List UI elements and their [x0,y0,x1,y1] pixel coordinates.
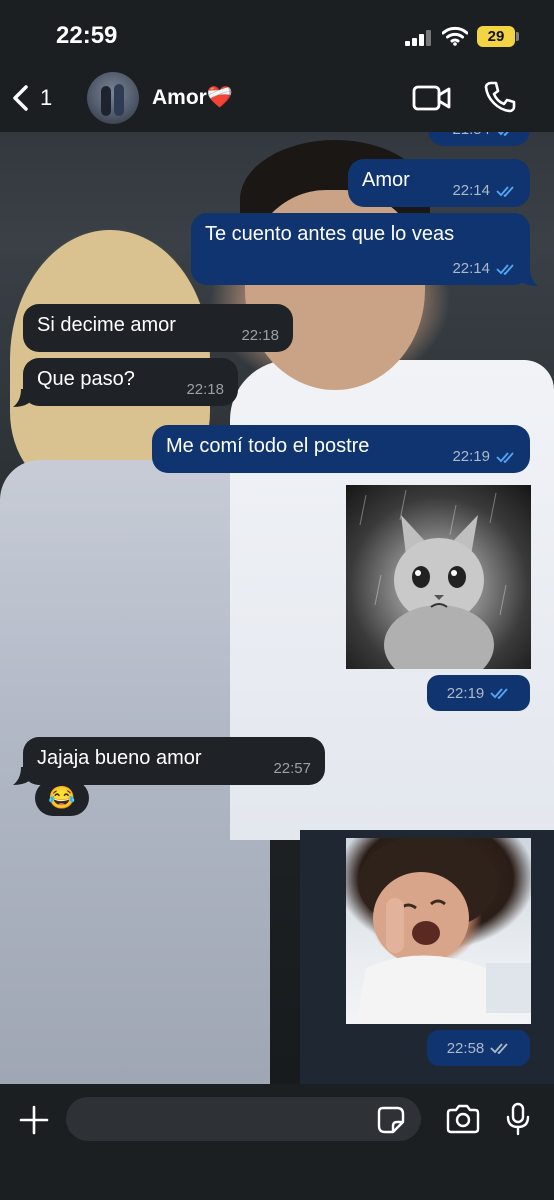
message-meta: 22:14 [452,260,516,277]
chevron-left-icon [13,85,28,111]
message-bubble-outgoing[interactable]: Me comí todo el postre 22:19 [152,425,530,473]
message-time: 22:19 [446,684,485,702]
status-bar: 22:59 29 [0,0,554,66]
status-time: 22:59 [56,22,118,49]
message-bubble-outgoing[interactable]: Amor 22:14 [348,159,530,207]
bubble-tail [522,268,538,286]
back-button[interactable]: 1 [10,80,52,116]
message-bubble-outgoing[interactable]: Te cuento antes que lo veas 22:14 [191,213,530,285]
read-receipt-icon [496,451,514,463]
camera-icon[interactable] [445,1104,481,1134]
wifi-icon [442,26,468,46]
message-meta: 22:18 [186,381,224,398]
cellular-signal-icon [405,30,431,46]
message-text: Que paso? [37,368,135,390]
phone-icon[interactable] [483,80,517,114]
message-meta: 22:57 [273,760,311,777]
message-time: 22:58 [446,1039,485,1057]
message-bubble-emoji[interactable]: 😂 [35,780,89,816]
message-meta: 22:18 [241,327,279,344]
message-time: 22:14 [452,260,490,277]
sticker-laughing-kid[interactable] [346,838,531,1024]
sad-cat-illustration [359,489,507,669]
avatar-photo-detail [114,84,124,116]
message-text: Si decime amor [37,314,176,336]
message-text: Me comí todo el postre [166,435,370,457]
message-time: 22:14 [452,182,490,199]
message-meta: 22:14 [452,182,516,199]
message-text: Te cuento antes que lo veas [205,223,455,245]
read-receipt-icon [496,185,514,197]
message-time: 22:19 [452,448,490,465]
unread-count: 1 [40,85,53,110]
battery-tip [516,32,519,41]
chat-header-content: 1 Amor❤️‍🩹 [0,66,554,132]
message-time: 22:18 [241,327,279,344]
message-emoji: 😂 [48,785,76,810]
message-time: 22:18 [186,381,224,398]
bubble-tail [13,767,29,785]
delivered-receipt-icon [490,1043,508,1054]
battery-level: 29 [487,28,505,45]
message-bubble-incoming[interactable]: Jajaja bueno amor 22:57 [23,737,325,785]
microphone-icon[interactable] [505,1102,531,1136]
image-timestamp: 22:58 [427,1030,530,1066]
message-bubble-incoming[interactable]: Que paso? 22:18 [23,358,238,406]
battery-indicator: 29 [477,26,515,47]
message-input-bar [0,1084,554,1200]
message-text: Amor [362,169,410,191]
contact-name[interactable]: Amor❤️‍🩹 [152,86,233,110]
bubble-tail [13,389,29,407]
message-text: Jajaja bueno amor [37,747,202,769]
laughing-kid-illustration [356,838,531,1024]
plus-icon[interactable] [18,1104,50,1136]
sticker-sad-cat[interactable] [346,485,531,669]
message-bubble-incoming[interactable]: Si decime amor 22:18 [23,304,293,352]
avatar-photo-detail [101,86,111,116]
contact-avatar[interactable] [87,72,139,124]
message-input[interactable] [66,1097,421,1141]
read-receipt-icon [496,263,514,275]
read-receipt-icon [490,688,508,699]
image-timestamp: 22:19 [427,675,530,711]
message-time: 22:57 [273,760,311,777]
message-meta: 22:19 [452,448,516,465]
sticker-icon[interactable] [377,1106,405,1134]
video-camera-icon[interactable] [412,83,452,113]
